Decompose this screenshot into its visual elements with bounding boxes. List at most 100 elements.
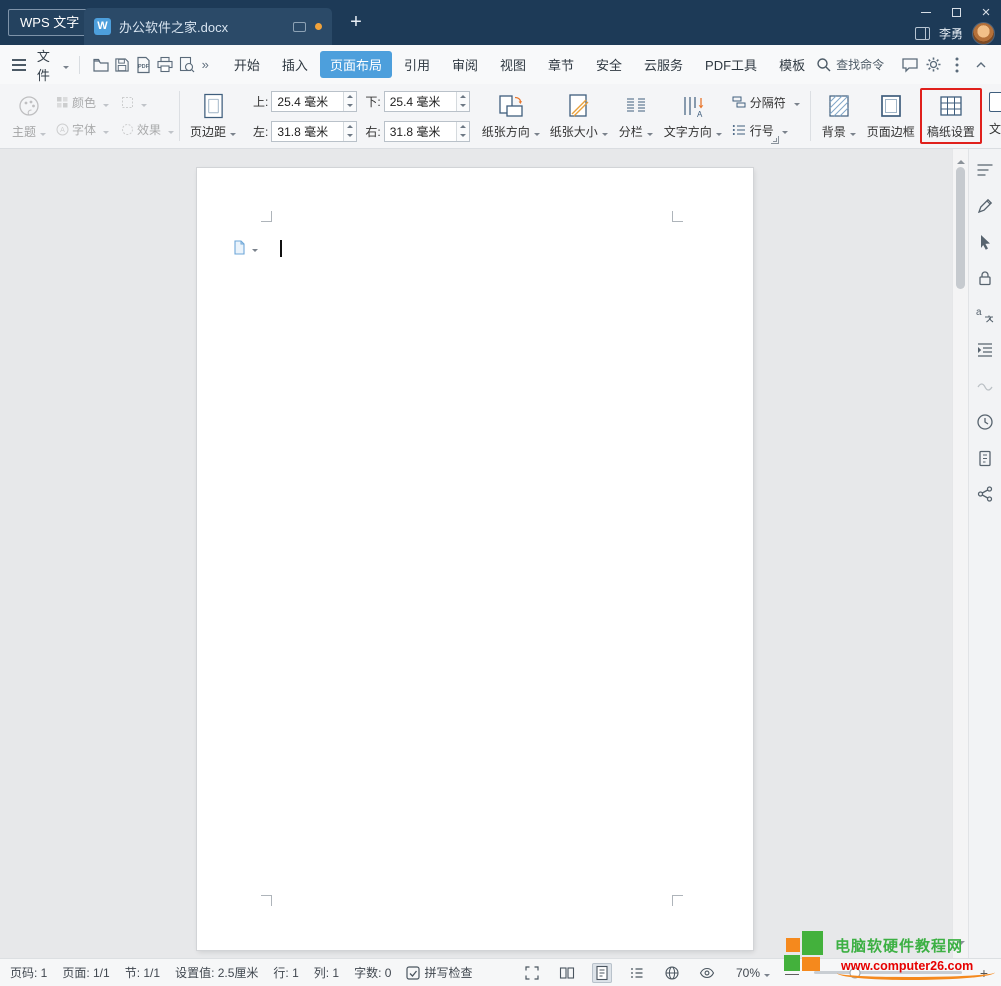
fullscreen-view-icon[interactable] (522, 963, 542, 983)
translate-icon[interactable]: a (974, 303, 996, 325)
zoom-in-button[interactable]: + (977, 965, 991, 981)
lock-icon[interactable] (974, 267, 996, 289)
margin-top-spinner[interactable] (271, 91, 357, 112)
tab-thumbnail-icon[interactable] (293, 22, 306, 32)
status-section[interactable]: 节: 1/1 (125, 964, 160, 981)
spinner-arrows-icon[interactable] (456, 122, 469, 141)
paragraph-layout-icon[interactable] (974, 339, 996, 361)
tab-cloud-service[interactable]: 云服务 (634, 51, 693, 78)
paper-orientation-label: 纸张方向 (482, 123, 530, 140)
spinner-arrows-icon[interactable] (456, 92, 469, 111)
clipped-button-icon (989, 92, 1001, 112)
wps-app-button[interactable]: WPS 文字 (8, 9, 91, 36)
margin-crop-mark (261, 211, 272, 222)
print-button[interactable] (155, 53, 177, 77)
scroll-down-arrow-icon[interactable] (957, 941, 965, 949)
vertical-scrollbar[interactable] (952, 149, 968, 958)
settings-gear-icon[interactable] (924, 54, 944, 76)
print-layout-view-icon[interactable] (592, 963, 612, 983)
zoom-value-label: 70% (736, 966, 760, 980)
page-setup-smarttag[interactable] (233, 240, 258, 255)
paper-size-button[interactable]: 纸张大小 (545, 87, 613, 145)
collapse-ribbon-icon[interactable] (971, 54, 991, 76)
document-tab[interactable]: W 办公软件之家.docx (84, 8, 332, 45)
tab-review[interactable]: 审阅 (442, 51, 488, 78)
margin-bottom-spinner[interactable] (384, 91, 470, 112)
margin-left-spinner[interactable] (271, 121, 357, 142)
eye-protect-view-icon[interactable] (697, 963, 717, 983)
feedback-comment-icon[interactable] (900, 54, 920, 76)
export-pdf-button[interactable]: PDF (133, 53, 155, 77)
status-page-count[interactable]: 页面: 1/1 (62, 964, 109, 981)
clipped-ribbon-button[interactable]: 文 (989, 92, 1001, 137)
page-margins-label: 页边距 (190, 123, 226, 140)
page-margins-icon (202, 92, 225, 119)
status-page-number[interactable]: 页码: 1 (10, 964, 47, 981)
zoom-level[interactable]: 70% (736, 966, 770, 980)
read-layout-view-icon[interactable] (557, 963, 577, 983)
scroll-up-arrow-icon[interactable] (957, 156, 965, 164)
ribbon-page-layout: 主题 颜色 A 字体 效果 (0, 84, 1001, 149)
history-clock-icon[interactable] (974, 411, 996, 433)
spinner-arrows-icon[interactable] (343, 92, 356, 111)
document-page[interactable] (197, 168, 753, 950)
document-area[interactable] (0, 149, 1001, 958)
new-tab-button[interactable]: + (344, 9, 368, 35)
tab-section[interactable]: 章节 (538, 51, 584, 78)
save-button[interactable] (112, 53, 134, 77)
text-direction-button[interactable]: A 文字方向 (659, 87, 727, 145)
tab-view[interactable]: 视图 (490, 51, 536, 78)
tab-insert[interactable]: 插入 (272, 51, 318, 78)
background-button[interactable]: 背景 (816, 87, 862, 145)
line-numbers-button[interactable]: 行号 (732, 122, 800, 139)
pen-annotate-icon[interactable] (974, 195, 996, 217)
spell-check-button[interactable]: 拼写检查 (406, 964, 472, 981)
outline-panel-icon[interactable] (974, 159, 996, 181)
more-options-kebab-icon[interactable] (948, 54, 968, 76)
status-word-count[interactable]: 字数: 0 (354, 964, 391, 981)
clipboard-notes-icon[interactable] (974, 447, 996, 469)
share-icon[interactable] (974, 483, 996, 505)
scrollbar-thumb[interactable] (956, 167, 965, 289)
tab-pdf-tools[interactable]: PDF工具 (695, 51, 767, 78)
margin-right-spinner[interactable] (384, 121, 470, 142)
zoom-out-button[interactable]: — (785, 965, 799, 981)
minimize-icon (921, 12, 931, 13)
dialog-launcher-icon[interactable] (771, 136, 779, 144)
open-file-button[interactable] (90, 53, 112, 77)
tab-home[interactable]: 开始 (224, 51, 270, 78)
theme-effects-button: 效果 (121, 121, 174, 138)
paper-orientation-button[interactable]: 纸张方向 (477, 87, 545, 145)
spell-check-label: 拼写检查 (424, 964, 472, 981)
background-icon (828, 92, 850, 119)
margin-settings-group: 上: 下: 左: 右: (248, 91, 470, 142)
user-name[interactable]: 李勇 (939, 25, 963, 42)
find-command-button[interactable]: 查找命令 (816, 56, 884, 73)
status-setting-value[interactable]: 设置值: 2.5厘米 (175, 964, 258, 981)
tab-page-layout[interactable]: 页面布局 (320, 51, 392, 78)
text-direction-icon: A (680, 92, 706, 119)
columns-button[interactable]: 分栏 (613, 87, 659, 145)
color-grid-icon (56, 96, 69, 109)
tab-references[interactable]: 引用 (394, 51, 440, 78)
print-preview-button[interactable] (176, 53, 198, 77)
zoom-slider-thumb[interactable] (850, 967, 861, 978)
page-margins-button[interactable]: 页边距 (185, 87, 241, 145)
menu-hamburger-icon[interactable] (10, 55, 28, 75)
outline-view-icon[interactable] (627, 963, 647, 983)
file-menu-button[interactable]: 文件 (37, 46, 69, 84)
page-border-button[interactable]: 页面边框 (862, 87, 920, 145)
more-quick-commands-button[interactable]: » (202, 57, 209, 72)
switch-window-icon[interactable] (915, 27, 930, 40)
manuscript-setup-button[interactable]: 稿纸设置 (920, 88, 982, 144)
user-avatar[interactable] (972, 22, 995, 45)
web-layout-view-icon[interactable] (662, 963, 682, 983)
zoom-slider[interactable] (814, 971, 962, 974)
svg-text:a: a (976, 307, 982, 318)
spinner-arrows-icon[interactable] (343, 122, 356, 141)
paper-size-label: 纸张大小 (550, 123, 598, 140)
breaks-button[interactable]: 分隔符 (732, 94, 800, 111)
tab-templates[interactable]: 模板 (769, 51, 815, 78)
tab-security[interactable]: 安全 (586, 51, 632, 78)
select-cursor-icon[interactable] (974, 231, 996, 253)
